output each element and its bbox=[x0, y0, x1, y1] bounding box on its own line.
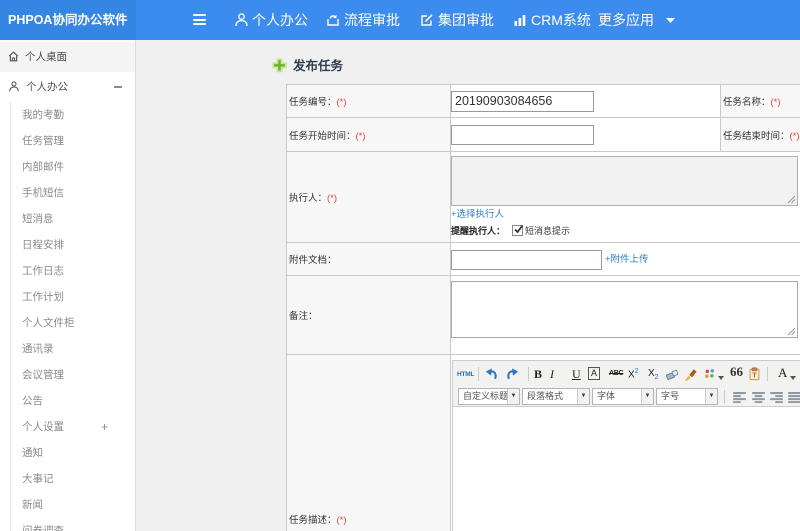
svg-text:T: T bbox=[752, 371, 757, 380]
